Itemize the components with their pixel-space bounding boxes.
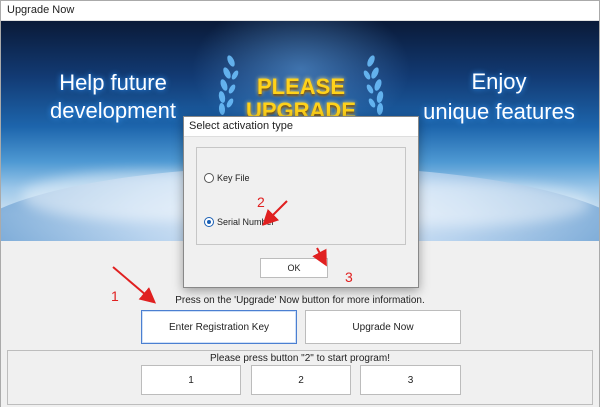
key-file-label: Key File (217, 173, 250, 183)
activation-options-group (196, 147, 406, 245)
activation-type-dialog: Select activation type Key File Serial N… (183, 116, 419, 288)
annotation-step-1: 1 (111, 288, 119, 304)
dialog-title-bar[interactable]: Select activation type (184, 117, 418, 137)
banner-right-line1: Enjoy (471, 69, 527, 94)
start-program-text: Please press button "2" to start program… (210, 353, 390, 364)
button-1[interactable]: 1 (141, 365, 241, 395)
upgrade-now-button[interactable]: Upgrade Now (305, 310, 461, 344)
info-text: Press on the 'Upgrade' Now button for mo… (175, 295, 425, 306)
upgrade-window: Upgrade Now Help future development PLEA… (0, 0, 600, 407)
serial-number-option[interactable]: Serial Number (204, 217, 275, 227)
annotation-step-2: 2 (257, 194, 265, 210)
dialog-title: Select activation type (189, 120, 293, 132)
enter-registration-key-button[interactable]: Enter Registration Key (141, 310, 297, 344)
serial-number-radio[interactable] (204, 217, 214, 227)
banner-right-text: Enjoy unique features (409, 67, 589, 127)
button-3[interactable]: 3 (360, 365, 461, 395)
serial-number-label: Serial Number (217, 217, 275, 227)
key-file-radio[interactable] (204, 173, 214, 183)
ok-button[interactable]: OK (260, 258, 328, 278)
title-bar[interactable]: Upgrade Now (1, 1, 599, 21)
window-title: Upgrade Now (7, 4, 75, 16)
banner-left-line2: development (50, 98, 176, 123)
banner-left-text: Help future development (23, 69, 203, 125)
annotation-step-3: 3 (345, 269, 353, 285)
banner-right-line2: unique features (423, 99, 575, 124)
key-file-option[interactable]: Key File (204, 173, 250, 183)
button-2[interactable]: 2 (251, 365, 351, 395)
banner-left-line1: Help future (59, 70, 167, 95)
